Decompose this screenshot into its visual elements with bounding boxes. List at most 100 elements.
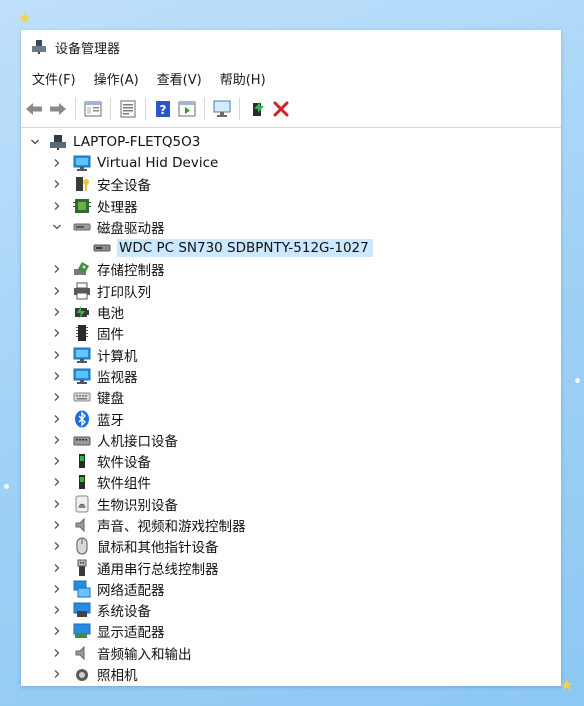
chevron-right-icon[interactable] [51,625,63,637]
chevron-right-icon[interactable] [51,370,63,382]
computer-icon [73,346,91,364]
tree-category-row[interactable]: 生物识别设备 [21,493,561,514]
chevron-right-icon[interactable] [51,349,63,361]
chevron-right-icon[interactable] [51,178,63,190]
chevron-right-icon[interactable] [51,668,63,680]
chevron-right-icon[interactable] [51,540,63,552]
display-adapter-icon [73,622,91,640]
tree-root[interactable]: LAPTOP-FLETQ5O3 [21,131,561,152]
chevron-right-icon[interactable] [51,157,63,169]
tree-category-row[interactable]: 通用串行总线控制器 [21,557,561,578]
tree-category-row[interactable]: 键盘 [21,387,561,408]
back-icon [26,103,42,115]
tree-category-row[interactable]: 照相机 [21,663,561,684]
menu-help[interactable]: 帮助(H) [211,66,275,91]
forward-button[interactable] [47,98,69,120]
chevron-right-icon[interactable] [51,604,63,616]
chevron-down-icon[interactable] [29,136,41,148]
chevron-down-icon[interactable] [51,221,63,233]
chevron-right-icon[interactable] [51,327,63,339]
tree-category-label: 磁盘驱动器 [97,220,165,237]
scan-hardware-button[interactable] [211,98,233,120]
tree-root-label: LAPTOP-FLETQ5O3 [73,133,201,150]
toolbar-separator [145,98,146,120]
tree-category-row[interactable]: 计算机 [21,344,561,365]
chevron-right-icon[interactable] [51,562,63,574]
speaker-icon [73,516,91,534]
tree-category-row[interactable]: 存储控制器 [21,259,561,280]
chevron-right-icon[interactable] [51,200,63,212]
chevron-right-icon[interactable] [51,434,63,446]
tree-category-label: 固件 [97,327,124,344]
enable-device-button[interactable] [246,98,268,120]
menu-view[interactable]: 查看(V) [148,66,211,91]
device-tree: LAPTOP-FLETQ5O3 Virtual Hid Device 安全设备处理… [21,128,561,686]
tree-category-row[interactable]: 网络适配器 [21,578,561,599]
chevron-right-icon[interactable] [51,647,63,659]
chevron-right-icon[interactable] [51,306,63,318]
toolbar-separator [75,98,76,120]
tree-category-row[interactable]: 人机接口设备 [21,429,561,450]
tree-category-row[interactable]: 系统设备 [21,600,561,621]
firmware-icon [73,324,91,342]
tree-category-label: 系统设备 [97,604,151,621]
chevron-right-icon[interactable] [51,476,63,488]
chevron-right-icon[interactable] [51,285,63,297]
tree-category-label: 计算机 [97,348,138,365]
tree-category-row[interactable]: 监视器 [21,365,561,386]
network-icon [73,580,91,598]
decor-dot [4,484,9,489]
tree-category-label: Virtual Hid Device [97,154,219,171]
tree-category-label: 人机接口设备 [97,433,178,450]
forward-icon [50,103,66,115]
window-title: 设备管理器 [55,42,121,57]
tree-category-row[interactable]: 处理器 [21,195,561,216]
storage-controller-icon [73,260,91,278]
menu-action[interactable]: 操作(A) [85,66,148,91]
security-device-icon [73,175,91,193]
bluetooth-icon [73,410,91,428]
svg-text:?: ? [160,103,167,117]
back-button[interactable] [23,98,45,120]
tree-device-row[interactable]: WDC PC SN730 SDBPNTY-512G-1027 [21,237,561,258]
tree-category-label: 显示适配器 [97,625,165,642]
disk-drive-icon [73,218,91,236]
menu-file[interactable]: 文件(F) [23,66,85,91]
update-driver-button[interactable] [117,98,139,120]
tree-category-row[interactable]: 鼠标和其他指针设备 [21,536,561,557]
tree-category-row[interactable]: Virtual Hid Device [21,152,561,173]
run-button[interactable] [176,98,198,120]
tree-category-row[interactable]: 打印队列 [21,280,561,301]
monitor-icon [73,154,91,172]
tree-category-row[interactable]: 软件组件 [21,472,561,493]
toolbar-separator [110,98,111,120]
tree-category-row[interactable]: 蓝牙 [21,408,561,429]
tree-category-label: 处理器 [97,199,138,216]
tree-category-label: 网络适配器 [97,582,165,599]
tree-category-row[interactable]: 显示适配器 [21,621,561,642]
tree-category-row[interactable]: 磁盘驱动器 [21,216,561,237]
uninstall-button[interactable] [270,98,292,120]
properties-icon [84,101,102,117]
chevron-right-icon[interactable] [51,455,63,467]
keyboard-icon [73,388,91,406]
tree-category-label: 照相机 [97,668,138,685]
chevron-right-icon[interactable] [51,498,63,510]
tree-category-row[interactable]: 电池 [21,301,561,322]
properties-button[interactable] [82,98,104,120]
tree-category-row[interactable]: 软件设备 [21,450,561,471]
tree-category-row[interactable]: 音频输入和输出 [21,642,561,663]
chevron-right-icon[interactable] [51,413,63,425]
tree-category-row[interactable]: 声音、视频和游戏控制器 [21,514,561,535]
help-button[interactable]: ? [152,98,174,120]
tree-category-row[interactable]: 固件 [21,323,561,344]
software-device-icon [73,452,91,470]
chevron-right-icon[interactable] [51,263,63,275]
tree-category-row[interactable]: 安全设备 [21,174,561,195]
scan-hardware-icon [213,100,231,117]
chevron-right-icon[interactable] [51,583,63,595]
chevron-right-icon[interactable] [51,391,63,403]
help-icon: ? [156,101,170,117]
tree-category-label: 监视器 [97,369,138,386]
chevron-right-icon[interactable] [51,519,63,531]
